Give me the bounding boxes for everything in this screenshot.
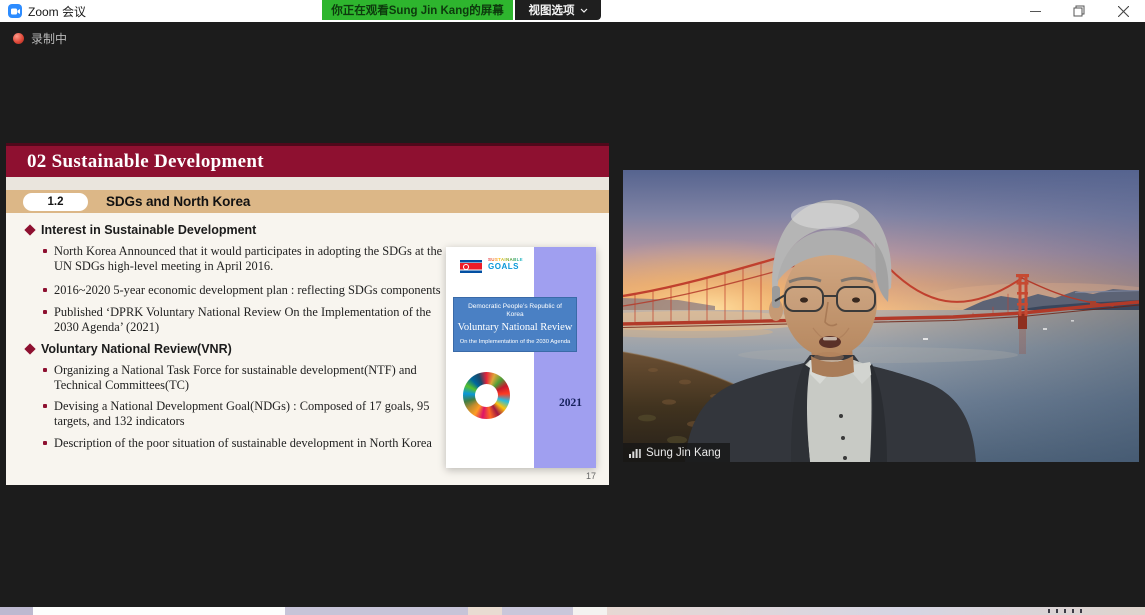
bullet-text: North Korea Announced that it would part… xyxy=(54,244,443,273)
background-window-sliver xyxy=(502,607,573,615)
bullet-text: Description of the poor situation of sus… xyxy=(54,436,432,451)
bullet-text: 2016~2020 5-year economic development pl… xyxy=(54,283,441,298)
recording-icon xyxy=(13,33,24,44)
slide-title-bar: 02 Sustainable Development xyxy=(6,143,609,177)
minimize-button[interactable] xyxy=(1013,0,1057,22)
participant-name: Sung Jin Kang xyxy=(646,447,721,459)
zoom-app-icon xyxy=(8,4,22,18)
bullet-icon xyxy=(43,288,47,292)
video-scene xyxy=(623,170,1139,462)
view-options-label: 视图选项 xyxy=(529,2,575,18)
background-window-sliver xyxy=(0,607,33,615)
close-icon xyxy=(1118,6,1129,17)
sdg-color-wheel-icon xyxy=(463,372,510,419)
minimize-icon xyxy=(1030,6,1041,17)
bullet-icon xyxy=(43,441,47,445)
slide-page-number: 17 xyxy=(586,471,596,481)
audio-signal-icon xyxy=(629,447,641,458)
background-window-text-artifact xyxy=(1048,609,1082,613)
participant-name-tag: Sung Jin Kang xyxy=(623,443,730,462)
slide-section-bar: 1.2 SDGs and North Korea xyxy=(6,190,609,213)
slide-bullet: North Korea Announced that it would part… xyxy=(26,244,443,273)
screen-share-banner: 你正在观看Sung Jin Kang的屏幕 xyxy=(322,0,513,20)
slide-title: 02 Sustainable Development xyxy=(27,151,264,173)
slide-heading: Voluntary National Review(VNR) xyxy=(26,342,440,356)
bullet-text: Devising a National Development Goal(NDG… xyxy=(54,399,443,428)
cover-title-box: Democratic People’s Republic of Korea Vo… xyxy=(453,297,577,352)
heading-text: Voluntary National Review(VNR) xyxy=(41,342,232,356)
heading-text: Interest in Sustainable Development xyxy=(41,223,256,237)
background-window-sliver xyxy=(468,607,502,615)
vnr-report-cover: SUSTAINABLE GOALS Democratic People’s Re… xyxy=(446,247,596,468)
cover-purple-band xyxy=(534,247,596,468)
chevron-down-icon xyxy=(580,8,588,13)
slide-bullet: Devising a National Development Goal(NDG… xyxy=(26,399,443,428)
section-title: SDGs and North Korea xyxy=(106,194,250,209)
cover-country-line2: Korea xyxy=(454,311,576,319)
bullet-icon xyxy=(43,310,47,314)
cover-year: 2021 xyxy=(559,397,582,409)
bullet-text: Published ‘DPRK Voluntary National Revie… xyxy=(54,305,443,334)
sdg-goals-logo: SUSTAINABLE GOALS xyxy=(488,258,523,271)
participant-video-tile[interactable]: Sung Jin Kang xyxy=(623,170,1139,462)
background-window-sliver xyxy=(33,607,285,615)
background-window-sliver xyxy=(573,607,607,615)
close-button[interactable] xyxy=(1101,0,1145,22)
bullet-icon xyxy=(43,368,47,372)
sdg-logo-line2: GOALS xyxy=(488,263,523,271)
background-window-sliver xyxy=(285,607,468,615)
bullet-icon xyxy=(43,249,47,253)
recording-indicator: 录制中 xyxy=(13,30,67,47)
slide-bullet: Organizing a National Task Force for sus… xyxy=(26,363,443,392)
slide-bullet: 2016~2020 5-year economic development pl… xyxy=(26,283,443,298)
slide-heading: Interest in Sustainable Development xyxy=(26,223,440,237)
restore-icon xyxy=(1073,5,1085,17)
window-titlebar: Zoom 会议 你正在观看Sung Jin Kang的屏幕 视图选项 xyxy=(0,0,1145,22)
bullet-icon xyxy=(43,404,47,408)
recording-label: 录制中 xyxy=(31,30,67,47)
shared-screen-slide: 02 Sustainable Development 1.2 SDGs and … xyxy=(6,143,609,485)
restore-button[interactable] xyxy=(1057,0,1101,22)
zoom-meeting-window: Zoom 会议 你正在观看Sung Jin Kang的屏幕 视图选项 录制中 0… xyxy=(0,0,1145,615)
slide-bullet: Description of the poor situation of sus… xyxy=(26,436,443,451)
diamond-bullet-icon xyxy=(24,224,35,235)
cover-main-title: Voluntary National Review xyxy=(454,322,576,333)
slide-bullet: Published ‘DPRK Voluntary National Revie… xyxy=(26,305,443,334)
diamond-bullet-icon xyxy=(24,343,35,354)
section-number-pill: 1.2 xyxy=(23,193,88,211)
dprk-flag-icon xyxy=(460,260,482,273)
bullet-text: Organizing a National Task Force for sus… xyxy=(54,363,443,392)
cover-subtitle: On the Implementation of the 2030 Agenda xyxy=(454,339,576,345)
window-title: Zoom 会议 xyxy=(28,3,86,20)
slide-divider-strip xyxy=(6,177,609,190)
cover-country-line1: Democratic People’s Republic of xyxy=(454,303,576,311)
view-options-button[interactable]: 视图选项 xyxy=(515,0,601,20)
